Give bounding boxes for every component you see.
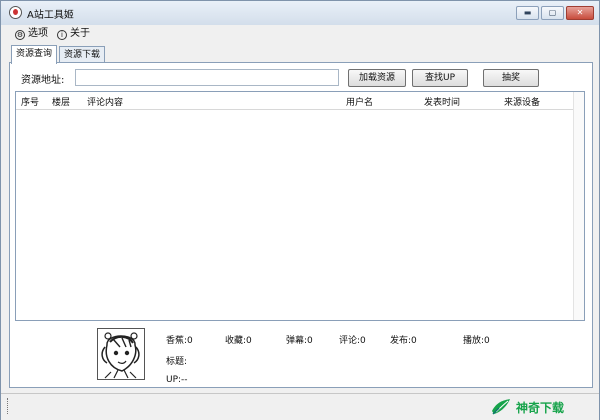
info-icon: i — [57, 30, 67, 40]
app-window: A站工具姬 ▬ ▢ ✕ ⚙ 选项 i 关于 资源查询 资源下载 资源地址: 加载资源… — [0, 0, 600, 420]
lottery-button[interactable]: 抽奖 — [483, 69, 539, 87]
up-value: UP:-- — [166, 375, 188, 385]
close-button[interactable]: ✕ — [566, 6, 594, 20]
resource-url-label: 资源地址: — [21, 75, 65, 86]
menu-about[interactable]: i 关于 — [57, 26, 90, 41]
table-scrollbar[interactable] — [573, 92, 584, 320]
minimize-button[interactable]: ▬ — [516, 6, 539, 20]
column-source-device[interactable]: 来源设备 — [504, 95, 540, 108]
app-logo-icon — [9, 6, 22, 19]
load-resource-button[interactable]: 加载资源 — [348, 69, 406, 87]
column-floor[interactable]: 楼层 — [52, 95, 70, 108]
column-username[interactable]: 用户名 — [346, 95, 373, 108]
coins-stat: 香蕉:0 — [166, 336, 193, 346]
status-bar: 神奇下载 — [1, 393, 599, 420]
table-header: 序号 楼层 评论内容 用户名 发表时间 来源设备 — [16, 92, 584, 110]
window-title: A站工具姬 — [27, 10, 74, 21]
tab-resource-download[interactable]: 资源下载 — [59, 46, 106, 63]
column-content[interactable]: 评论内容 — [87, 95, 123, 108]
tab-resource-query[interactable]: 资源查询 — [11, 45, 58, 64]
comments-table[interactable]: 序号 楼层 评论内容 用户名 发表时间 来源设备 — [15, 91, 585, 321]
title-bar: A站工具姬 ▬ ▢ ✕ — [1, 1, 599, 26]
watermark-logo: 神奇下载 — [491, 396, 593, 418]
resource-url-input[interactable] — [75, 69, 339, 86]
column-post-time[interactable]: 发表时间 — [424, 95, 460, 108]
find-up-button[interactable]: 查找UP — [412, 69, 468, 87]
watermark-text: 神奇下载 — [516, 401, 565, 415]
maximize-button[interactable]: ▢ — [541, 6, 564, 20]
leaf-icon — [492, 399, 510, 415]
title-label: 标题: — [166, 357, 188, 367]
menu-about-label: 关于 — [70, 28, 90, 39]
menu-bar: ⚙ 选项 i 关于 — [1, 25, 599, 42]
gear-icon: ⚙ — [15, 30, 25, 40]
up-avatar — [97, 328, 145, 380]
menu-options-label: 选项 — [28, 28, 48, 39]
publish-stat: 发布:0 — [390, 336, 417, 346]
comments-stat: 评论:0 — [339, 336, 366, 346]
plays-stat: 播放:0 — [463, 336, 490, 346]
danmaku-stat: 弹幕:0 — [286, 336, 313, 346]
menu-options[interactable]: ⚙ 选项 — [15, 26, 48, 41]
column-index[interactable]: 序号 — [21, 95, 39, 108]
anime-girl-avatar-icon — [101, 332, 140, 379]
favorites-stat: 收藏:0 — [225, 336, 252, 346]
